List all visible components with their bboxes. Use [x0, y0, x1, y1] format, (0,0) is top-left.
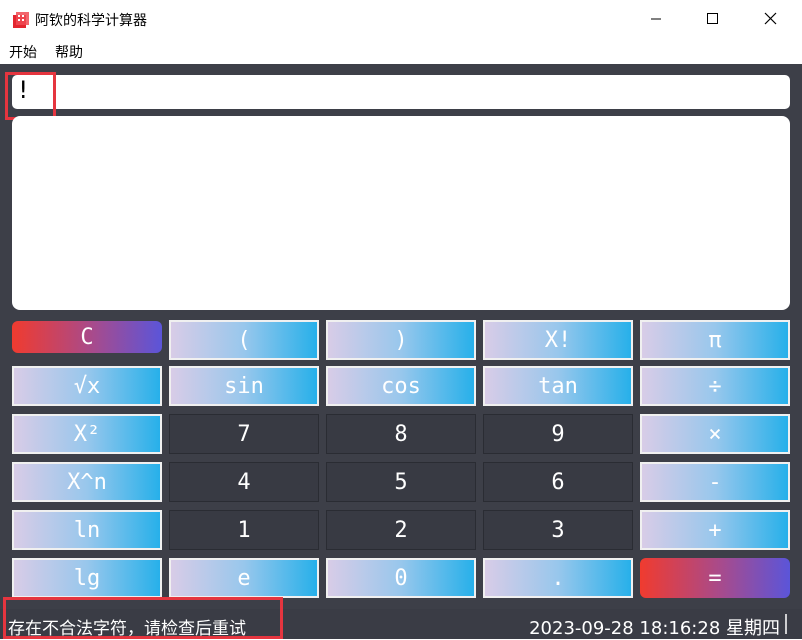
- maximize-button[interactable]: [689, 0, 735, 38]
- error-message-highlight-box: [3, 597, 283, 639]
- multiply-button[interactable]: ×: [640, 414, 790, 454]
- lg-button[interactable]: lg: [12, 558, 162, 598]
- ln-button[interactable]: ln: [12, 510, 162, 550]
- sqrt-button[interactable]: √x: [12, 366, 162, 406]
- nine-button[interactable]: 9: [483, 414, 633, 454]
- pi-button[interactable]: π: [640, 320, 790, 360]
- eight-button[interactable]: 8: [326, 414, 476, 454]
- error-highlight-box: [5, 72, 56, 120]
- calculator-window: 阿钦的科学计算器 开始 帮助 ! C() X! π √x sin cos tan ÷ X² 7 8 9…: [0, 0, 802, 639]
- e-button[interactable]: e: [169, 558, 319, 598]
- five-button[interactable]: 5: [326, 462, 476, 502]
- minimize-button[interactable]: [633, 0, 679, 38]
- cos-button[interactable]: cos: [326, 366, 476, 406]
- app-calculator-icon: [13, 12, 29, 28]
- square-button[interactable]: X²: [12, 414, 162, 454]
- open-paren-button[interactable]: (: [169, 320, 319, 360]
- plus-button[interactable]: +: [640, 510, 790, 550]
- menu-help[interactable]: 帮助: [55, 42, 83, 62]
- menu-bar: 开始 帮助: [0, 38, 802, 64]
- expression-input[interactable]: !: [12, 75, 790, 109]
- seven-button[interactable]: 7: [169, 414, 319, 454]
- menu-start[interactable]: 开始: [9, 42, 37, 62]
- tan-button[interactable]: tan: [483, 366, 633, 406]
- one-button[interactable]: 1: [169, 510, 319, 550]
- close-icon: [764, 12, 777, 25]
- maximize-icon: [707, 13, 718, 24]
- equals-button[interactable]: =: [640, 558, 790, 598]
- status-datetime: 2023-09-28 18:16:28 星期四: [529, 618, 780, 639]
- two-button[interactable]: 2: [326, 510, 476, 550]
- result-display: [12, 116, 790, 310]
- close-button[interactable]: [746, 0, 792, 38]
- power-button[interactable]: X^n: [12, 462, 162, 502]
- close-paren-button[interactable]: ): [326, 320, 476, 360]
- six-button[interactable]: 6: [483, 462, 633, 502]
- factorial-button[interactable]: X!: [483, 320, 633, 360]
- divide-button[interactable]: ÷: [640, 366, 790, 406]
- four-button[interactable]: 4: [169, 462, 319, 502]
- window-title: 阿钦的科学计算器: [35, 13, 147, 29]
- resize-grip-icon[interactable]: [782, 612, 800, 636]
- zero-button[interactable]: 0: [326, 558, 476, 598]
- sin-button[interactable]: sin: [169, 366, 319, 406]
- minus-button[interactable]: -: [640, 462, 790, 502]
- title-bar[interactable]: 阿钦的科学计算器: [0, 0, 802, 38]
- minimize-icon: [651, 18, 661, 20]
- three-button[interactable]: 3: [483, 510, 633, 550]
- decimal-button[interactable]: .: [483, 558, 633, 598]
- clear-button[interactable]: C: [12, 321, 162, 353]
